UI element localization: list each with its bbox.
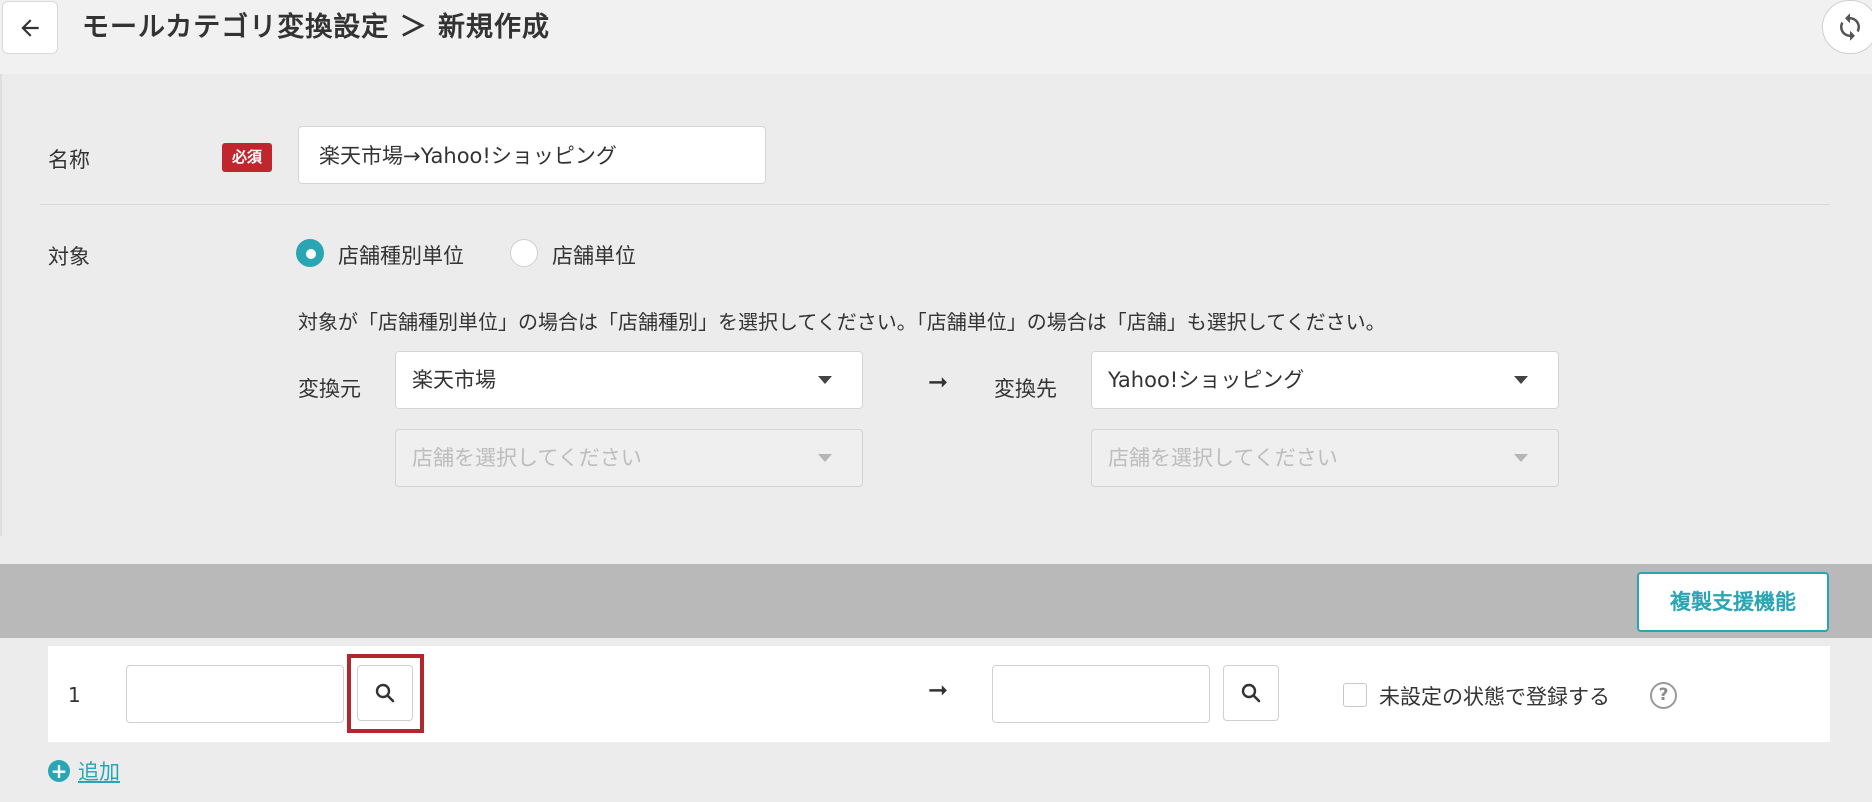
- convert-arrow: ➞: [928, 368, 949, 396]
- search-icon: [1241, 683, 1261, 703]
- radio-store[interactable]: [510, 239, 538, 267]
- divider: [40, 204, 1830, 205]
- page-title: モールカテゴリ変換設定 ＞ 新規作成: [82, 12, 550, 43]
- unset-label[interactable]: 未設定の状態で登録する: [1379, 681, 1610, 711]
- chevron-down-icon: [818, 454, 832, 462]
- dest-category-search-button[interactable]: [1223, 665, 1279, 721]
- name-input[interactable]: [298, 126, 766, 184]
- source-label: 変換元: [298, 377, 361, 401]
- source-category-input[interactable]: [126, 665, 344, 723]
- dest-store-placeholder: 店舗を選択してください: [1108, 446, 1338, 470]
- add-row-link[interactable]: + 追加: [48, 756, 120, 786]
- arrow-left-icon: [21, 18, 39, 37]
- form-panel: [0, 74, 1872, 536]
- dest-store-select: 店舗を選択してください: [1091, 429, 1559, 487]
- row-arrow: ➞: [928, 676, 949, 704]
- page-header: モールカテゴリ変換設定 ＞ 新規作成: [0, 0, 1872, 74]
- unset-checkbox[interactable]: [1343, 683, 1367, 707]
- dest-category-input[interactable]: [992, 665, 1210, 723]
- chevron-down-icon: [1514, 454, 1528, 462]
- help-icon[interactable]: ?: [1650, 682, 1677, 709]
- target-note: 対象が「店舗種別単位」の場合は「店舗種別」を選択してください。「店舗単位」の場合…: [298, 310, 1386, 334]
- target-label: 対象: [48, 245, 90, 269]
- dest-label: 変換先: [994, 377, 1057, 401]
- dest-mall-value: Yahoo!ショッピング: [1108, 368, 1305, 392]
- row-number: 1: [68, 683, 81, 707]
- radio-store-label[interactable]: 店舗単位: [552, 240, 636, 270]
- chevron-down-icon: [818, 376, 832, 384]
- source-mall-value: 楽天市場: [412, 368, 496, 392]
- back-button[interactable]: [2, 1, 58, 54]
- source-store-select: 店舗を選択してください: [395, 429, 863, 487]
- radio-store-type[interactable]: [296, 239, 324, 267]
- add-label: 追加: [78, 760, 120, 784]
- plus-circle-icon: +: [48, 760, 70, 782]
- dest-mall-select[interactable]: Yahoo!ショッピング: [1091, 351, 1559, 409]
- required-badge: 必須: [222, 143, 272, 172]
- source-store-placeholder: 店舗を選択してください: [412, 446, 642, 470]
- refresh-icon: [1840, 13, 1860, 41]
- source-mall-select[interactable]: 楽天市場: [395, 351, 863, 409]
- radio-store-type-label[interactable]: 店舗種別単位: [338, 240, 464, 270]
- mapping-toolbar: [0, 564, 1872, 638]
- duplicate-support-button[interactable]: 複製支援機能: [1637, 572, 1829, 632]
- refresh-button[interactable]: [1822, 0, 1872, 54]
- highlight-box: [347, 654, 424, 733]
- chevron-down-icon: [1514, 376, 1528, 384]
- name-label: 名称: [48, 148, 90, 172]
